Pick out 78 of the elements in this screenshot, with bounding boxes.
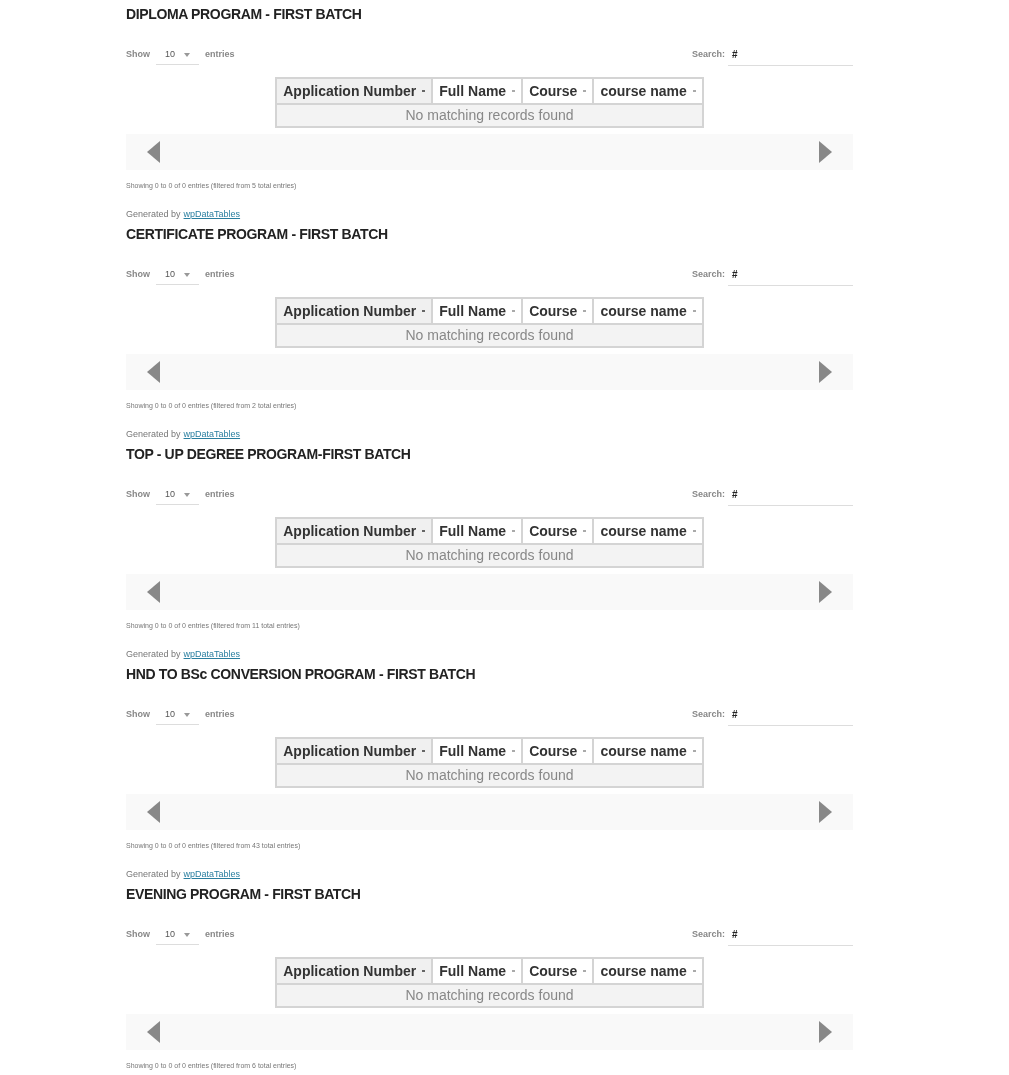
show-label: Show <box>126 268 150 282</box>
page-length-select[interactable]: 10 <box>156 925 199 945</box>
column-header[interactable]: Course <box>522 518 594 544</box>
caret-icon <box>184 272 190 277</box>
empty-message: No matching records found <box>276 984 703 1007</box>
generated-by-text: Generated by <box>126 648 181 660</box>
search-field[interactable]: # <box>728 704 853 726</box>
search-label: Search: <box>691 708 725 722</box>
entries-label: entries <box>205 708 235 722</box>
wpdatatables-link[interactable]: wpDataTables <box>183 428 241 440</box>
caret-icon <box>184 52 190 57</box>
show-label: Show <box>126 488 150 502</box>
search-label: Search: <box>691 488 725 502</box>
column-header[interactable]: Course <box>522 78 594 104</box>
wpdatatables-link[interactable]: wpDataTables <box>183 208 241 220</box>
page-length-select[interactable]: 10 <box>156 485 199 505</box>
wpdatatables-link[interactable]: wpDataTables <box>183 648 241 660</box>
caret-icon <box>184 712 190 717</box>
column-header[interactable]: Application Number <box>276 518 433 544</box>
generated-by-text: Generated by <box>126 868 181 880</box>
column-header[interactable]: Course <box>522 738 594 764</box>
right-arrow-icon[interactable] <box>819 141 832 163</box>
page-length-select[interactable]: 10 <box>156 705 199 725</box>
column-header[interactable]: course name <box>593 518 703 544</box>
right-arrow-icon[interactable] <box>819 581 832 603</box>
section-title: EVENING PROGRAM - FIRST BATCH <box>126 885 362 904</box>
right-arrow-icon[interactable] <box>819 801 832 823</box>
search-field[interactable]: # <box>728 924 853 946</box>
column-header[interactable]: Application Number <box>276 298 433 324</box>
left-arrow-icon[interactable] <box>147 801 160 823</box>
column-header[interactable]: Full Name <box>432 518 523 544</box>
section-title: TOP - UP DEGREE PROGRAM-FIRST BATCH <box>126 445 412 464</box>
search-field[interactable]: # <box>728 264 853 286</box>
wpdatatables-link[interactable]: wpDataTables <box>183 868 241 880</box>
page-length-select[interactable]: 10 <box>156 45 199 65</box>
column-header[interactable]: Full Name <box>432 78 523 104</box>
caret-icon <box>184 492 190 497</box>
column-header[interactable]: Course <box>522 298 594 324</box>
column-header[interactable]: Application Number <box>276 958 433 984</box>
show-label: Show <box>126 928 150 942</box>
left-arrow-icon[interactable] <box>147 141 160 163</box>
caret-icon <box>184 932 190 937</box>
entries-label: entries <box>205 928 235 942</box>
search-label: Search: <box>691 268 725 282</box>
left-arrow-icon[interactable] <box>147 1021 160 1043</box>
empty-message: No matching records found <box>276 544 703 567</box>
search-field[interactable]: # <box>728 484 853 506</box>
search-field[interactable]: # <box>728 44 853 66</box>
empty-message: No matching records found <box>276 764 703 787</box>
empty-message: No matching records found <box>276 104 703 127</box>
column-header[interactable]: Full Name <box>432 958 523 984</box>
entries-label: entries <box>205 268 235 282</box>
column-header[interactable]: Full Name <box>432 298 523 324</box>
column-header[interactable]: Application Number <box>276 78 433 104</box>
generated-by-text: Generated by <box>126 208 181 220</box>
column-header[interactable]: course name <box>593 78 703 104</box>
empty-message: No matching records found <box>276 324 703 347</box>
show-label: Show <box>126 48 150 62</box>
column-header[interactable]: Application Number <box>276 738 433 764</box>
show-label: Show <box>126 708 150 722</box>
entries-label: entries <box>205 48 235 62</box>
section-title: DIPLOMA PROGRAM - FIRST BATCH <box>126 5 363 24</box>
search-label: Search: <box>691 48 725 62</box>
right-arrow-icon[interactable] <box>819 361 832 383</box>
column-header[interactable]: course name <box>593 738 703 764</box>
column-header[interactable]: Course <box>522 958 594 984</box>
column-header[interactable]: course name <box>593 298 703 324</box>
section-title: CERTIFICATE PROGRAM - FIRST BATCH <box>126 225 389 244</box>
search-label: Search: <box>691 928 725 942</box>
left-arrow-icon[interactable] <box>147 581 160 603</box>
right-arrow-icon[interactable] <box>819 1021 832 1043</box>
section-title: HND TO BSc CONVERSION PROGRAM - FIRST BATCH <box>126 665 477 684</box>
column-header[interactable]: course name <box>593 958 703 984</box>
left-arrow-icon[interactable] <box>147 361 160 383</box>
page-length-select[interactable]: 10 <box>156 265 199 285</box>
generated-by-text: Generated by <box>126 428 181 440</box>
entries-label: entries <box>205 488 235 502</box>
column-header[interactable]: Full Name <box>432 738 523 764</box>
